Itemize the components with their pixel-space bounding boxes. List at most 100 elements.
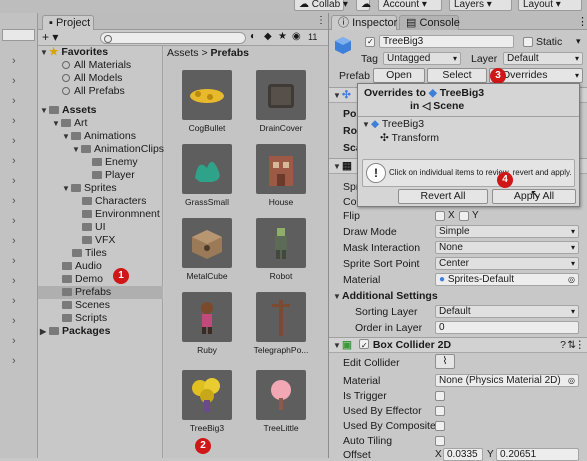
tree-item-assets[interactable]: ▼ Assets [40,104,96,117]
collider-material-field[interactable]: None (Physics Material 2D) ◎ [435,374,579,387]
tree-item-all-models[interactable]: All Models [62,72,122,85]
mask-interaction-dropdown[interactable]: None ▾ [435,241,579,254]
tree-item-vfx[interactable]: VFX [82,234,115,247]
active-checkbox[interactable]: ✓ [365,37,375,47]
expand-arrow-icon[interactable]: › [12,55,16,67]
static-dropdown-arrow[interactable]: ▾ [576,36,581,47]
object-picker-icon[interactable]: ◎ [568,274,575,285]
box-collider-enabled-checkbox[interactable]: ✓ [358,339,369,350]
box-collider-header[interactable]: ▼▣ ✓ Box Collider 2D ? ⇅ ⋮ [329,337,587,353]
asset-thumbnail-ruby[interactable] [182,292,232,342]
expand-arrow-icon[interactable]: ▼ [62,130,71,143]
asset-thumbnail-treelittle[interactable] [256,370,306,420]
edit-collider-button[interactable]: ⌇ [435,354,455,369]
tree-item-player[interactable]: Player [92,169,135,182]
cloud-services-button[interactable]: ☁ [356,0,371,11]
expand-arrow-icon[interactable]: › [12,275,16,287]
create-asset-button[interactable]: + ▾ [42,31,58,43]
expand-arrow-icon[interactable]: › [12,255,16,267]
expand-arrow-icon[interactable]: › [12,335,16,347]
additional-settings-foldout[interactable]: ▼Additional Settings [333,290,438,302]
tree-item-sprites[interactable]: ▼ Sprites [62,182,117,195]
tree-item-characters[interactable]: Characters [82,195,146,208]
asset-thumbnail-metalcube[interactable] [182,218,232,268]
tree-item-prefabs[interactable]: Prefabs [38,286,163,299]
tree-item-animation-clips[interactable]: ▼ AnimationClips [72,143,164,156]
is-trigger-checkbox[interactable] [435,391,445,401]
tree-item-favorites[interactable]: ▼★ Favorites [40,46,108,59]
object-picker-icon[interactable]: ◎ [568,375,575,386]
tab-project[interactable]: ▪ Project [42,15,94,30]
sprite-sort-point-dropdown[interactable]: Center ▾ [435,257,579,270]
tree-item-art[interactable]: ▼ Art [52,117,87,130]
asset-thumbnail-draincover[interactable] [256,70,306,120]
expand-arrow-icon[interactable]: › [12,75,16,87]
expand-arrow-icon[interactable]: › [12,175,16,187]
layers-dropdown[interactable]: Layers ▾ [449,0,512,11]
tab-menu-icon[interactable]: ⋮ [316,15,326,26]
expand-arrow-icon[interactable]: ▶ [40,325,49,338]
prefab-open-button[interactable]: Open [373,68,425,83]
tree-item-ui[interactable]: UI [82,221,106,234]
hidden-packages-icon[interactable]: ◉ [292,31,301,42]
expand-arrow-icon[interactable]: › [12,315,16,327]
expand-arrow-icon[interactable]: ▼ [62,182,71,195]
tree-item-packages[interactable]: ▶ Packages [40,325,110,338]
tree-item-environment[interactable]: Environmnent [82,208,160,221]
offset-y-input[interactable]: 0.20651 [496,448,579,461]
tree-item-enemy[interactable]: Enemy [92,156,138,169]
breadcrumb-prefabs[interactable]: Prefabs [211,47,250,59]
override-tree-transform[interactable]: ✣ Transform [380,132,439,144]
label-filter-icon[interactable]: ◆ [264,31,272,42]
search-by-type-icon[interactable]: ◐ [250,31,256,42]
layout-dropdown[interactable]: Layout ▾ [518,0,582,11]
offset-x-input[interactable]: 0.0335 [443,448,483,461]
tree-item-all-materials[interactable]: All Materials [62,59,131,72]
expand-arrow-icon[interactable]: › [12,215,16,227]
expand-arrow-icon[interactable]: › [12,235,16,247]
asset-thumbnail-robot[interactable] [256,218,306,268]
revert-all-button[interactable]: Revert All [398,189,488,204]
tree-item-scripts[interactable]: Scripts [62,312,107,325]
asset-thumbnail-grasssmall[interactable] [182,144,232,194]
draw-mode-dropdown[interactable]: Simple ▾ [435,225,579,238]
project-search-input[interactable] [100,32,246,44]
expand-arrow-icon[interactable]: ▼ [40,46,49,59]
expand-arrow-icon[interactable]: › [12,155,16,167]
asset-thumbnail-treebig3[interactable] [182,370,232,420]
tree-item-scenes[interactable]: Scenes [62,299,110,312]
static-checkbox[interactable] [523,37,533,47]
expand-arrow-icon[interactable]: ▼ [40,104,49,117]
tree-item-animations[interactable]: ▼ Animations [62,130,136,143]
expand-arrow-icon[interactable]: › [12,355,16,367]
material-field[interactable]: ● Sprites-Default ◎ [435,273,579,286]
flip-y-checkbox[interactable] [459,211,469,221]
breadcrumb-assets[interactable]: Assets [167,47,199,59]
auto-tiling-checkbox[interactable] [435,436,445,446]
tab-inspector[interactable]: ⓘ Inspector [331,15,397,30]
prefab-select-button[interactable]: Select [427,68,487,83]
expand-arrow-icon[interactable]: › [12,135,16,147]
tab-console[interactable]: ▤ Console [399,15,460,30]
collab-dropdown[interactable]: ☁ Collab ▾ [294,0,348,11]
layer-dropdown[interactable]: Default ▾ [503,52,583,65]
sorting-layer-dropdown[interactable]: Default ▾ [435,305,579,318]
expand-arrow-icon[interactable]: ▼ [72,143,81,156]
flip-x-checkbox[interactable] [435,211,445,221]
tag-dropdown[interactable]: Untagged ▾ [383,52,461,65]
tree-item-tiles[interactable]: Tiles [72,247,107,260]
override-tree-root[interactable]: ▼◆ TreeBig3 [362,118,424,130]
object-name-field[interactable]: TreeBig3 [379,35,514,48]
component-menu-icon[interactable]: ⋮ [575,338,586,352]
help-icon[interactable]: ? [560,338,566,352]
hierarchy-search-input[interactable] [2,29,35,41]
tree-item-all-prefabs[interactable]: All Prefabs [62,85,125,98]
expand-arrow-icon[interactable]: › [12,115,16,127]
favorite-star-icon[interactable]: ★ [278,31,287,42]
tree-item-demo[interactable]: Demo [62,273,103,286]
used-by-composite-checkbox[interactable] [435,421,445,431]
order-in-layer-input[interactable]: 0 [435,321,579,334]
expand-arrow-icon[interactable]: › [12,295,16,307]
asset-thumbnail-telegraphpole[interactable] [256,292,306,342]
account-dropdown[interactable]: Account ▾ [378,0,442,11]
